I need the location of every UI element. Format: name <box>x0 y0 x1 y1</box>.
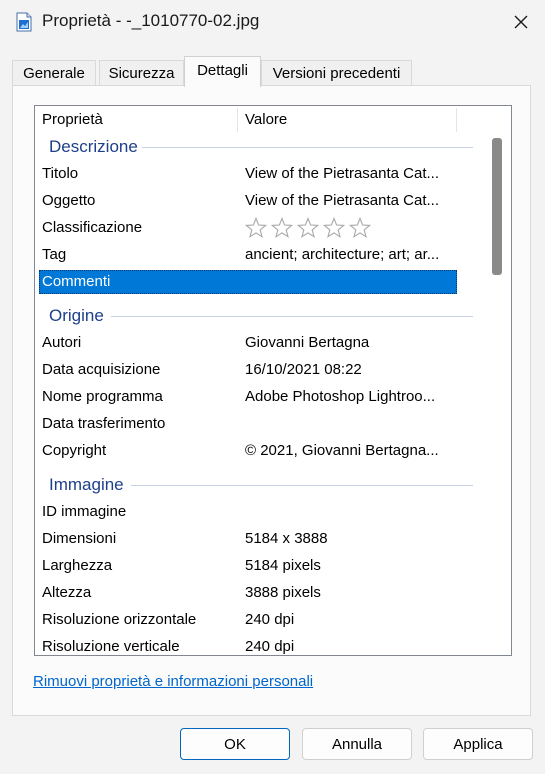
star-icon[interactable] <box>245 217 267 239</box>
star-icon[interactable] <box>349 217 371 239</box>
property-name: Dimensioni <box>42 530 117 547</box>
list-item[interactable]: Classificazione <box>35 214 495 241</box>
star-icon[interactable] <box>323 217 345 239</box>
vertical-scrollbar[interactable] <box>490 106 511 655</box>
property-name: Risoluzione verticale <box>42 638 180 655</box>
column-header-value[interactable]: Valore <box>238 106 457 133</box>
group-immagine: Immagine <box>35 471 495 498</box>
column-divider[interactable] <box>456 108 457 132</box>
column-header-property[interactable]: Proprietà <box>35 106 237 133</box>
star-icon[interactable] <box>297 217 319 239</box>
tab-versioni-precedenti[interactable]: Versioni precedenti <box>261 60 412 85</box>
property-name: Oggetto <box>42 192 96 209</box>
group-label: Origine <box>49 302 108 329</box>
list-item[interactable]: Data acquisizione 16/10/2021 08:22 <box>35 356 495 383</box>
details-panel: Proprietà Valore Descrizione Titolo View… <box>12 85 531 716</box>
property-name: Data trasferimento <box>42 415 166 432</box>
list-item[interactable]: Altezza 3888 pixels <box>35 579 495 606</box>
property-name: Titolo <box>42 165 79 182</box>
property-name: Risoluzione orizzontale <box>42 611 197 628</box>
list-item[interactable]: Titolo View of the Pietrasanta Cat... <box>35 160 495 187</box>
property-name: Classificazione <box>42 219 143 236</box>
close-icon <box>514 15 528 29</box>
close-button[interactable] <box>497 0 545 44</box>
property-name: Nome programma <box>42 388 163 405</box>
list-item[interactable]: Larghezza 5184 pixels <box>35 552 495 579</box>
property-value: Adobe Photoshop Lightroo... <box>245 388 436 405</box>
group-label: Descrizione <box>49 133 142 160</box>
properties-list[interactable]: Proprietà Valore Descrizione Titolo View… <box>34 105 512 656</box>
list-item[interactable]: Data trasferimento <box>35 410 495 437</box>
property-value: 240 dpi <box>245 611 295 628</box>
group-divider <box>131 485 473 486</box>
star-icon[interactable] <box>271 217 293 239</box>
property-value: ancient; architecture; art; ar... <box>245 246 440 263</box>
list-item[interactable]: Risoluzione verticale 240 dpi <box>35 633 495 655</box>
property-value: 5184 pixels <box>245 557 321 574</box>
remove-properties-link[interactable]: Rimuovi proprietà e informazioni persona… <box>33 673 313 690</box>
property-name: Commenti <box>42 273 111 290</box>
property-name: Copyright <box>42 442 107 459</box>
property-name: Altezza <box>42 584 92 601</box>
scrollbar-thumb[interactable] <box>492 138 502 275</box>
group-origine: Origine <box>35 302 495 329</box>
property-value: 3888 pixels <box>245 584 321 601</box>
list-item[interactable]: Copyright © 2021, Giovanni Bertagna... <box>35 437 495 464</box>
group-label: Immagine <box>49 471 128 498</box>
property-name: Larghezza <box>42 557 113 574</box>
image-file-icon <box>16 12 32 32</box>
property-value: View of the Pietrasanta Cat... <box>245 165 439 182</box>
property-value: 16/10/2021 08:22 <box>245 361 362 378</box>
title-bar: Proprietà - -_1010770-02.jpg <box>0 0 545 44</box>
property-value: Giovanni Bertagna <box>245 334 370 351</box>
group-descrizione: Descrizione <box>35 133 495 160</box>
apply-button[interactable]: Applica <box>423 728 533 760</box>
property-value: View of the Pietrasanta Cat... <box>245 192 439 209</box>
list-item[interactable]: Risoluzione orizzontale 240 dpi <box>35 606 495 633</box>
list-item-selected[interactable]: Commenti <box>35 268 495 295</box>
list-item[interactable]: Tag ancient; architecture; art; ar... <box>35 241 495 268</box>
ok-button[interactable]: OK <box>180 728 290 760</box>
list-item[interactable]: ID immagine <box>35 498 495 525</box>
group-divider <box>111 316 473 317</box>
property-name: Tag <box>42 246 67 263</box>
list-item[interactable]: Nome programma Adobe Photoshop Lightroo.… <box>35 383 495 410</box>
property-name: Autori <box>42 334 82 351</box>
group-divider <box>139 147 473 148</box>
tab-dettagli[interactable]: Dettagli <box>184 56 261 87</box>
list-item[interactable]: Dimensioni 5184 x 3888 <box>35 525 495 552</box>
property-name: Data acquisizione <box>42 361 161 378</box>
list-item[interactable]: Autori Giovanni Bertagna <box>35 329 495 356</box>
list-item[interactable]: Oggetto View of the Pietrasanta Cat... <box>35 187 495 214</box>
tab-sicurezza[interactable]: Sicurezza <box>99 60 184 85</box>
tab-generale[interactable]: Generale <box>12 60 96 85</box>
rating-stars[interactable] <box>245 217 371 239</box>
property-value: © 2021, Giovanni Bertagna... <box>245 442 439 459</box>
window-title: Proprietà - -_1010770-02.jpg <box>42 11 260 30</box>
property-value: 240 dpi <box>245 638 295 655</box>
property-name: ID immagine <box>42 503 127 520</box>
cancel-button[interactable]: Annulla <box>302 728 412 760</box>
property-value: 5184 x 3888 <box>245 530 328 547</box>
list-header: Proprietà Valore <box>35 106 495 134</box>
